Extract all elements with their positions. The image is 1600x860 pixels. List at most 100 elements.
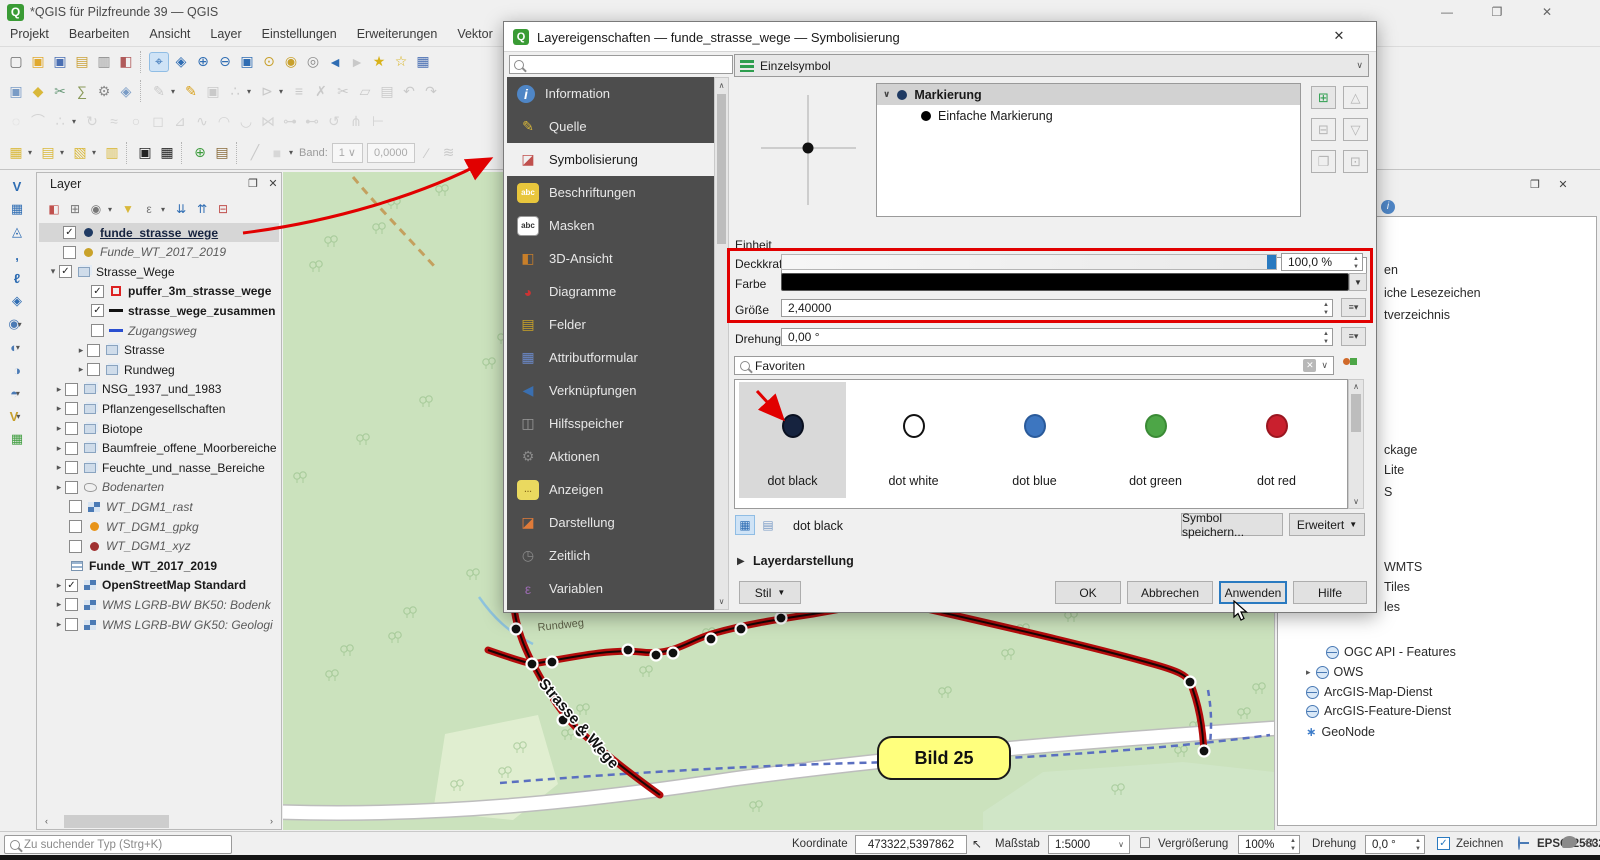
sidebar-item-darstellung[interactable]: ◪Darstellung: [507, 506, 714, 539]
simplify-feature-icon[interactable]: ≈: [104, 111, 124, 131]
layer-checkbox[interactable]: ✓: [91, 304, 104, 317]
save-symbol-button[interactable]: Symbol speichern...: [1181, 513, 1283, 536]
browser-item-ows[interactable]: ▸OWS: [1306, 665, 1363, 679]
sidebar-item-hilfsspeicher[interactable]: ◫Hilfsspeicher: [507, 407, 714, 440]
symbol-node-marker[interactable]: ∨ Markierung: [877, 84, 1300, 105]
redo-icon[interactable]: ↷: [421, 81, 441, 101]
style-manager-icon[interactable]: ◧: [116, 52, 136, 72]
layer-checkbox[interactable]: [87, 344, 100, 357]
expander-icon[interactable]: ▸: [53, 462, 65, 473]
swatch-dot-green[interactable]: dot green: [1102, 382, 1209, 498]
show-layout-manager-icon[interactable]: ▥: [94, 52, 114, 72]
style-button[interactable]: Stil▼: [739, 581, 801, 604]
scale-combo[interactable]: 1:5000∨: [1048, 835, 1130, 854]
dropdown-arrow-icon[interactable]: ▾: [16, 389, 24, 398]
field-calculator-icon[interactable]: ∑: [72, 81, 92, 101]
browser-item-s[interactable]: S: [1384, 485, 1392, 499]
layer-checkbox[interactable]: [69, 500, 82, 513]
browser-item-lite[interactable]: Lite: [1384, 463, 1404, 477]
move-feature-icon[interactable]: ∴: [50, 111, 70, 131]
sidebar-item-quelle[interactable]: ✎Quelle: [507, 110, 714, 143]
locator-search-input[interactable]: Zu suchender Typ (Strg+K): [4, 835, 232, 854]
expander-icon[interactable]: ▸: [53, 482, 65, 493]
dropdown-arrow-icon[interactable]: ▾: [279, 87, 287, 96]
layer-item-funde_wt_2017_2019[interactable]: Funde_WT_2017_2019: [39, 556, 279, 575]
dropdown-arrow-icon[interactable]: ▾: [108, 205, 116, 214]
select-by-location-icon[interactable]: ▥: [102, 143, 122, 163]
layer-item-wt_dgm1_gpkg[interactable]: WT_DGM1_gpkg: [39, 517, 279, 536]
lock-scale-icon[interactable]: [1140, 837, 1150, 848]
browser-item-arcgis-map-dienst[interactable]: ArcGIS-Map-Dienst: [1306, 685, 1432, 699]
zoom-last-icon[interactable]: ◄: [325, 52, 345, 72]
add-virtual-layer-icon[interactable]: ◈: [2, 290, 32, 312]
filter-legend-icon[interactable]: ▼: [119, 200, 137, 218]
dropdown-arrow-icon[interactable]: ▾: [92, 148, 100, 157]
sidebar-item-felder[interactable]: ▤Felder: [507, 308, 714, 341]
dialog-title-bar[interactable]: Q Layereigenschaften — funde_strasse_weg…: [504, 22, 1376, 52]
browser-item-ogc-api-features[interactable]: OGC API - Features: [1326, 645, 1456, 659]
browser-item-tverzeichnis[interactable]: tverzeichnis: [1384, 308, 1450, 322]
crs-globe-icon[interactable]: [1518, 836, 1520, 850]
layer-item-wms_lgrb_bw_gk50_geologi[interactable]: ▸WMS LGRB-BW GK50: Geologi: [39, 615, 279, 634]
rotate-feature-icon[interactable]: ↻: [82, 111, 102, 131]
chevron-down-icon[interactable]: ∨: [883, 89, 890, 100]
zoom-to-native-green-icon[interactable]: ⊕: [190, 143, 210, 163]
save-layer-edits-icon[interactable]: ▣: [203, 81, 223, 101]
layer-item-puffer_3m_strasse_wege[interactable]: ✓puffer_3m_strasse_wege: [39, 282, 279, 301]
processing-icon[interactable]: ⚙: [1584, 836, 1595, 850]
menu-layer[interactable]: Layer: [200, 24, 251, 44]
symbol-search-input[interactable]: Favoriten ✕ ∨: [734, 356, 1334, 375]
sidebar-item-3d-ansicht[interactable]: ◧3D-Ansicht: [507, 242, 714, 275]
layer-checkbox[interactable]: ✓: [63, 226, 76, 239]
toggle-editing-icon[interactable]: ✎: [181, 81, 201, 101]
pan-map-icon[interactable]: ⌖: [149, 52, 169, 72]
add-part-icon[interactable]: ◻: [148, 111, 168, 131]
sidebar-item-variablen[interactable]: εVariablen: [507, 572, 714, 605]
layer-checkbox[interactable]: [65, 461, 78, 474]
rotation-spinbox[interactable]: 0,00 ° ▲▼: [781, 328, 1333, 346]
dropdown-arrow-icon[interactable]: ▾: [28, 148, 36, 157]
menu-erweiterungen[interactable]: Erweiterungen: [347, 24, 448, 44]
zoom-out-icon[interactable]: ⊖: [215, 52, 235, 72]
zoom-to-layer-icon[interactable]: ◉: [281, 52, 301, 72]
panel-close-icon[interactable]: ✕: [265, 176, 281, 192]
raster-color-swatch-icon[interactable]: ■: [267, 143, 287, 163]
layer-rendering-section[interactable]: Layerdarstellung: [753, 554, 854, 568]
digitize-point-icon[interactable]: ∴: [225, 81, 245, 101]
open-project-icon[interactable]: ▣: [28, 52, 48, 72]
spinner-arrows-icon[interactable]: ▲▼: [1321, 301, 1331, 316]
messages-icon[interactable]: [1562, 836, 1577, 848]
minimize-button[interactable]: —: [1432, 4, 1462, 20]
restore-button[interactable]: ❐: [1482, 4, 1512, 20]
layer-checkbox[interactable]: [65, 618, 78, 631]
layer-item-zugangsweg[interactable]: Zugangsweg: [39, 321, 279, 340]
sidebar-item-masken[interactable]: abcMasken: [507, 209, 714, 242]
browser-item-les[interactable]: les: [1384, 600, 1400, 614]
sidebar-item-attributformular[interactable]: ▦Attributformular: [507, 341, 714, 374]
layer-checkbox[interactable]: [65, 442, 78, 455]
sidebar-item-information[interactable]: iInformation: [507, 77, 714, 110]
delete-ring-icon[interactable]: ∿: [192, 111, 212, 131]
dialog-close-icon[interactable]: ✕: [1328, 28, 1350, 46]
scroll-up-icon[interactable]: ∧: [715, 78, 728, 90]
band-combo[interactable]: 1 ∨: [332, 143, 363, 163]
layer-checkbox[interactable]: ✓: [59, 265, 72, 278]
dropdown-arrow-icon[interactable]: ▾: [18, 320, 26, 329]
band-value-input[interactable]: 0,0000: [367, 143, 415, 163]
expander-icon[interactable]: ▸: [53, 580, 65, 591]
new-geopackage-layer-icon[interactable]: ▦: [2, 428, 32, 450]
delete-selected-icon[interactable]: ✗: [311, 81, 331, 101]
layer-checkbox[interactable]: [65, 422, 78, 435]
manage-map-themes-icon[interactable]: ◉: [87, 200, 105, 218]
opacity-spinbox[interactable]: 100,0 % ▲▼: [1281, 253, 1363, 271]
mouse-tracking-icon[interactable]: ↖: [972, 837, 982, 851]
sidebar-item-verkn-pfungen[interactable]: ◀Verknüpfungen: [507, 374, 714, 407]
sidebar-item-anzeigen[interactable]: …Anzeigen: [507, 473, 714, 506]
add-ring-icon[interactable]: ○: [126, 111, 146, 131]
layer-item-biotope[interactable]: ▸Biotope: [39, 419, 279, 438]
dropdown-arrow-icon[interactable]: ▾: [72, 117, 80, 126]
layer-checkbox[interactable]: [69, 540, 82, 553]
swatch-dot-black[interactable]: dot black: [739, 382, 846, 498]
add-wfs-layer-icon[interactable]: ◓▾: [2, 382, 32, 404]
color-dropdown-icon[interactable]: ▼: [1349, 273, 1367, 291]
